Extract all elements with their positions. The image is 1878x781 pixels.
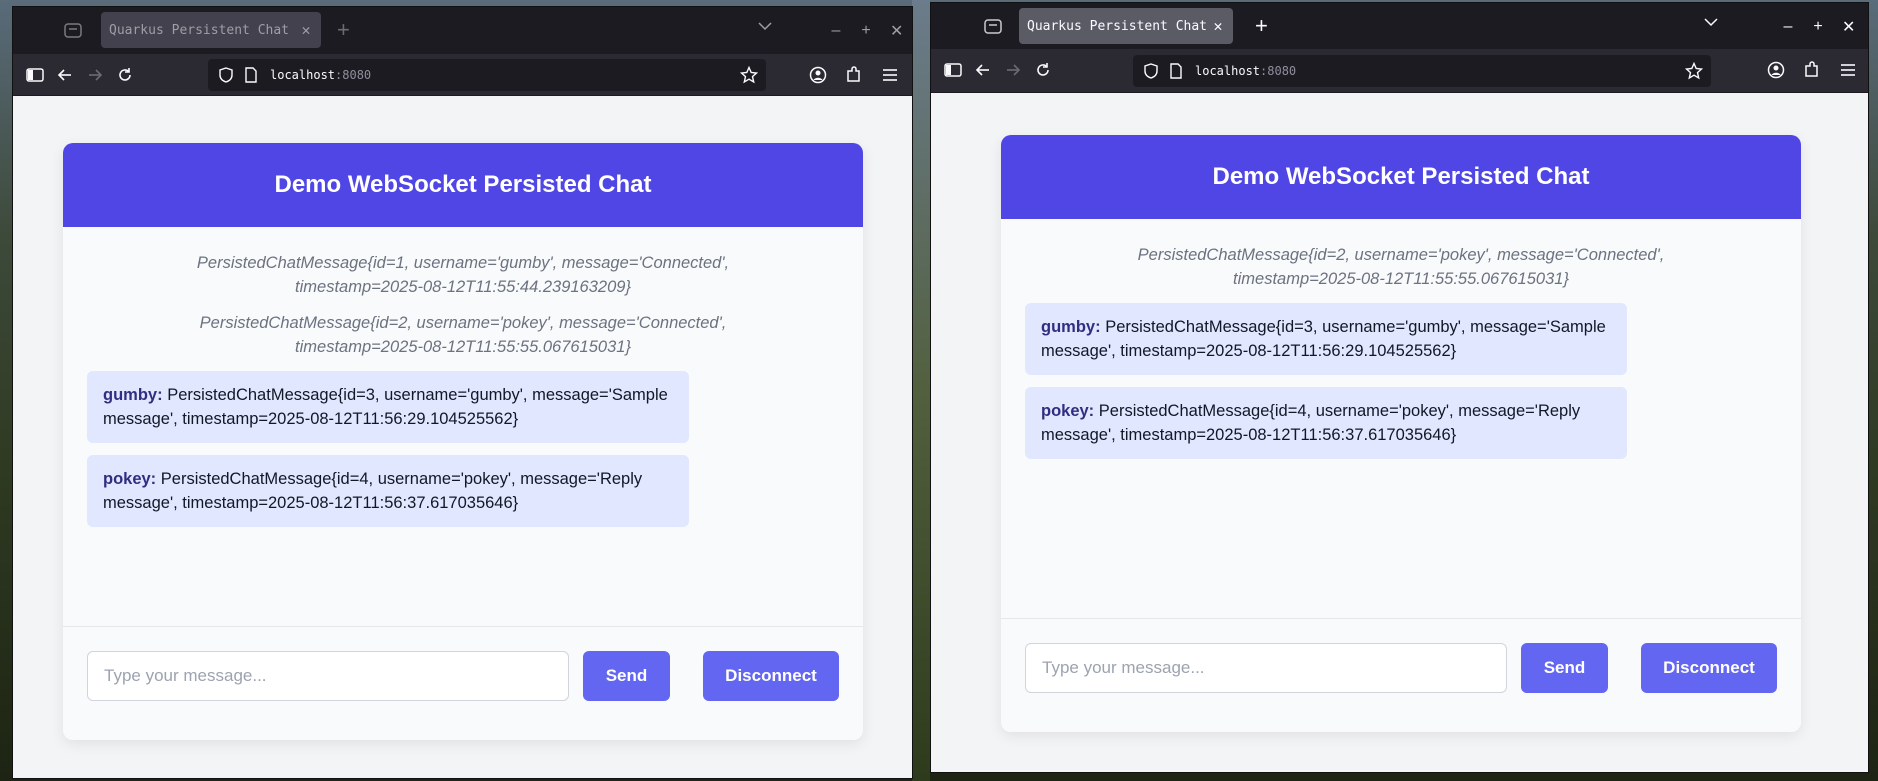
navigation-bar: localhost:8080 xyxy=(931,49,1868,93)
url-port: :8080 xyxy=(1260,64,1297,78)
minimize-icon[interactable]: – xyxy=(1782,18,1794,36)
tab-title: Quarkus Persistent Chat xyxy=(109,22,290,38)
back-arrow-icon[interactable] xyxy=(55,65,75,85)
chat-title: Demo WebSocket Persisted Chat xyxy=(63,143,863,227)
chat-input-area: Send Disconnect xyxy=(63,626,863,740)
reload-icon[interactable] xyxy=(1033,60,1053,80)
url-text: localhost:8080 xyxy=(270,68,371,82)
hamburger-menu-icon[interactable] xyxy=(880,65,900,85)
desktop-background xyxy=(912,0,930,781)
extensions-icon[interactable] xyxy=(844,65,864,85)
tab-bar: Quarkus Persistent Chat ✕ + – + ✕ xyxy=(931,3,1868,49)
shield-icon[interactable] xyxy=(218,67,234,83)
back-arrow-icon[interactable] xyxy=(973,60,993,80)
reload-icon[interactable] xyxy=(115,65,135,85)
account-icon[interactable] xyxy=(1766,60,1786,80)
minimize-icon[interactable]: – xyxy=(830,22,842,40)
chat-container: Demo WebSocket Persisted Chat PersistedC… xyxy=(1001,135,1801,732)
disconnect-button[interactable]: Disconnect xyxy=(703,651,839,701)
browser-tab[interactable]: Quarkus Persistent Chat ✕ xyxy=(101,12,321,48)
window-controls: – + ✕ xyxy=(1782,17,1856,37)
disconnect-button[interactable]: Disconnect xyxy=(1641,643,1777,693)
maximize-icon[interactable]: + xyxy=(860,22,872,40)
chat-message-list: PersistedChatMessage{id=1, username='gum… xyxy=(63,227,863,627)
toolbar-right xyxy=(808,65,900,85)
message-text: PersistedChatMessage{id=4, username='pok… xyxy=(103,470,643,512)
message-text: PersistedChatMessage{id=3, username='gum… xyxy=(103,386,668,428)
sidebar-icon[interactable] xyxy=(25,65,45,85)
sidebar-icon[interactable] xyxy=(943,60,963,80)
close-window-icon[interactable]: ✕ xyxy=(890,21,903,41)
url-bar[interactable]: localhost:8080 xyxy=(208,59,766,91)
system-message: PersistedChatMessage{id=1, username='gum… xyxy=(196,254,730,296)
browser-tab[interactable]: Quarkus Persistent Chat ✕ xyxy=(1019,8,1233,44)
list-all-tabs-icon[interactable] xyxy=(1704,17,1718,27)
chat-message-list: PersistedChatMessage{id=2, username='pok… xyxy=(1001,219,1801,619)
page-icon xyxy=(244,67,258,83)
message-username: gumby: xyxy=(1041,318,1101,336)
window-controls: – + ✕ xyxy=(830,21,904,41)
url-host: localhost xyxy=(270,68,336,82)
message-input[interactable] xyxy=(87,651,569,701)
forward-arrow-icon[interactable] xyxy=(1003,60,1023,80)
url-text: localhost:8080 xyxy=(1195,64,1296,78)
tab-list-icon[interactable] xyxy=(63,21,83,39)
message-username: pokey: xyxy=(1041,402,1095,420)
tab-bar: Quarkus Persistent Chat ✕ + – + ✕ xyxy=(13,7,912,54)
close-window-icon[interactable]: ✕ xyxy=(1842,17,1855,37)
forward-arrow-icon[interactable] xyxy=(85,65,105,85)
list-all-tabs-icon[interactable] xyxy=(758,21,772,31)
system-message: PersistedChatMessage{id=2, username='pok… xyxy=(1137,246,1665,288)
navigation-bar: localhost:8080 xyxy=(13,54,912,96)
hamburger-menu-icon[interactable] xyxy=(1838,60,1858,80)
tab-close-icon[interactable]: ✕ xyxy=(1211,17,1225,35)
chat-message: gumby: PersistedChatMessage{id=3, userna… xyxy=(87,371,689,443)
chat-container: Demo WebSocket Persisted Chat PersistedC… xyxy=(63,143,863,740)
tab-list-icon[interactable] xyxy=(983,17,1003,35)
url-host: localhost xyxy=(1195,64,1261,78)
system-message: PersistedChatMessage{id=2, username='pok… xyxy=(199,314,727,356)
browser-window-right: Quarkus Persistent Chat ✕ + – + ✕ localh… xyxy=(930,2,1869,773)
chat-input-area: Send Disconnect xyxy=(1001,618,1801,732)
message-text: PersistedChatMessage{id=4, username='pok… xyxy=(1041,402,1581,444)
toolbar-right xyxy=(1766,60,1858,80)
new-tab-icon[interactable]: + xyxy=(1255,15,1268,37)
account-icon[interactable] xyxy=(808,65,828,85)
message-username: gumby: xyxy=(103,386,163,404)
send-button[interactable]: Send xyxy=(1521,643,1608,693)
page-viewport: Demo WebSocket Persisted Chat PersistedC… xyxy=(13,97,912,778)
new-tab-icon[interactable]: + xyxy=(337,19,350,41)
bookmark-star-icon[interactable] xyxy=(1685,62,1703,80)
chat-message: gumby: PersistedChatMessage{id=3, userna… xyxy=(1025,303,1627,375)
tab-close-icon[interactable]: ✕ xyxy=(299,21,313,39)
chat-message: pokey: PersistedChatMessage{id=4, userna… xyxy=(1025,387,1627,459)
page-viewport: Demo WebSocket Persisted Chat PersistedC… xyxy=(931,94,1868,772)
send-button[interactable]: Send xyxy=(583,651,670,701)
tab-title: Quarkus Persistent Chat xyxy=(1027,18,1208,34)
url-bar[interactable]: localhost:8080 xyxy=(1133,55,1711,87)
message-input[interactable] xyxy=(1025,643,1507,693)
chat-message: pokey: PersistedChatMessage{id=4, userna… xyxy=(87,455,689,527)
shield-icon[interactable] xyxy=(1143,63,1159,79)
maximize-icon[interactable]: + xyxy=(1812,18,1824,36)
bookmark-star-icon[interactable] xyxy=(740,66,758,84)
message-username: pokey: xyxy=(103,470,157,488)
browser-window-left: Quarkus Persistent Chat ✕ + – + ✕ localh… xyxy=(12,6,913,779)
page-icon xyxy=(1169,63,1183,79)
chat-title: Demo WebSocket Persisted Chat xyxy=(1001,135,1801,219)
url-port: :8080 xyxy=(335,68,372,82)
extensions-icon[interactable] xyxy=(1802,60,1822,80)
message-text: PersistedChatMessage{id=3, username='gum… xyxy=(1041,318,1606,360)
